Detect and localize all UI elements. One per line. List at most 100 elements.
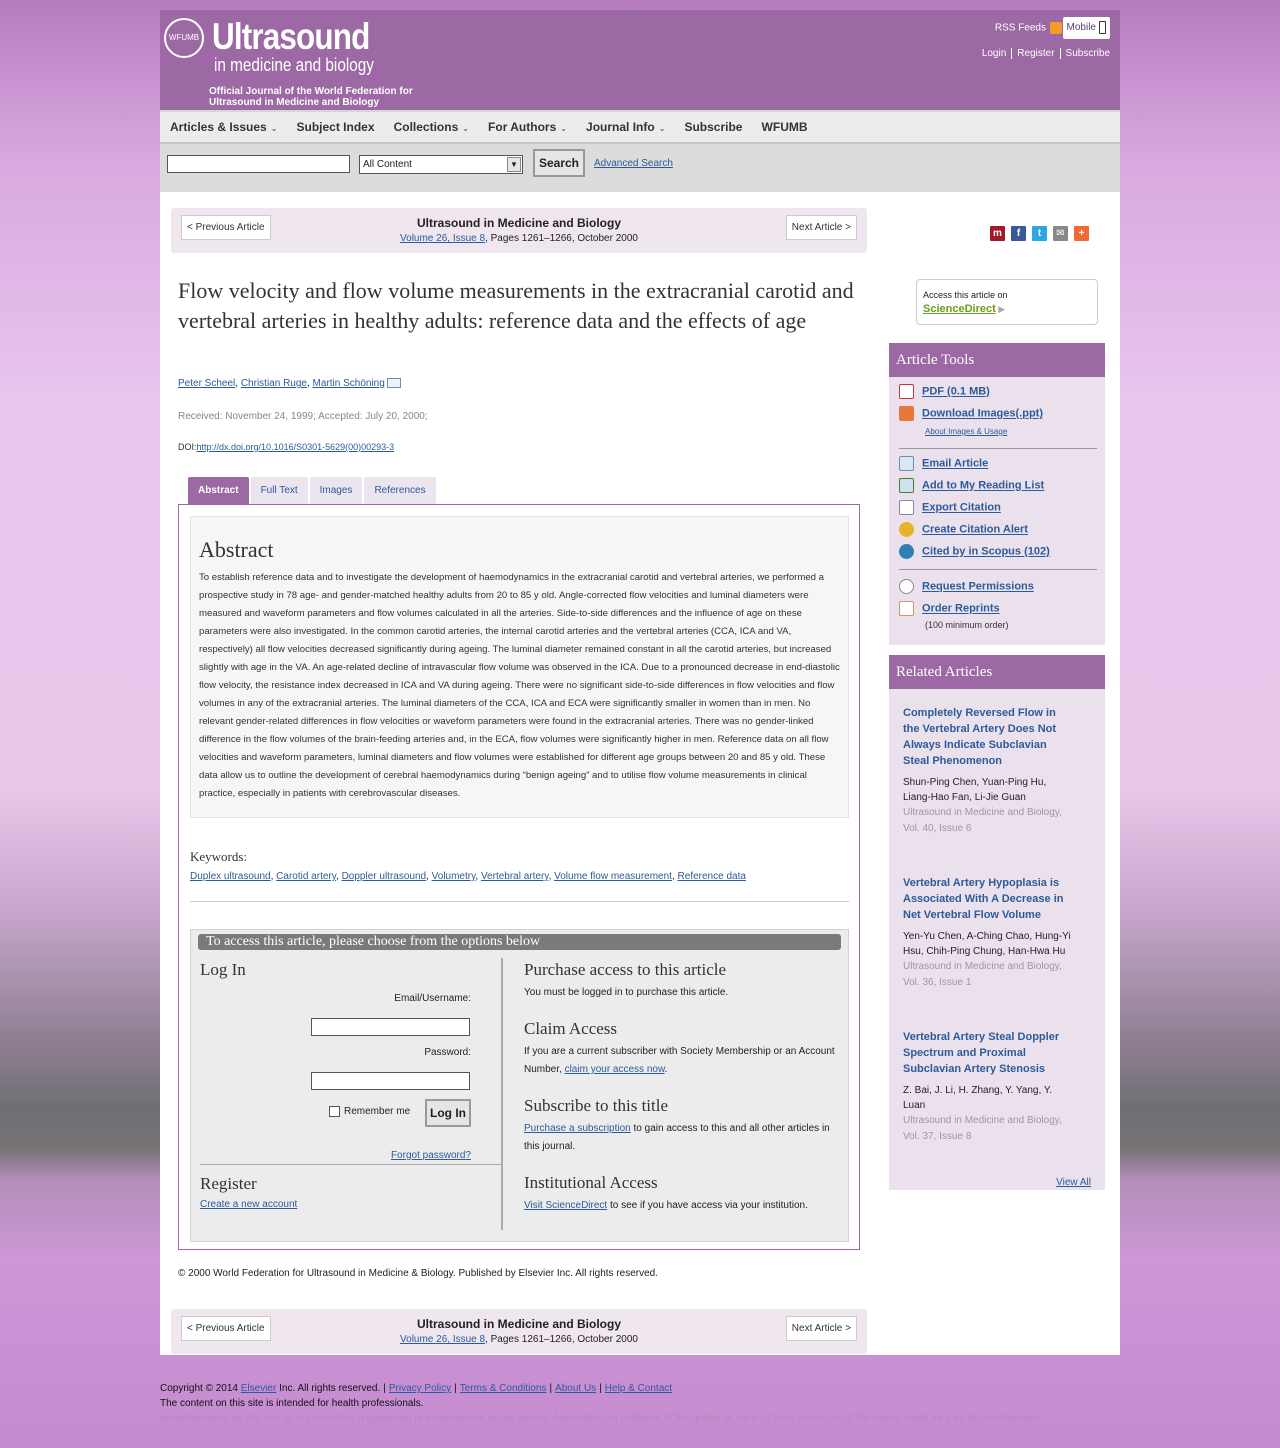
permissions-link[interactable]: Request Permissions (922, 581, 1034, 593)
mendeley-icon[interactable]: m (990, 226, 1005, 241)
author-link[interactable]: Christian Ruge (241, 378, 307, 389)
rss-feeds-link[interactable]: RSS Feeds (995, 22, 1062, 34)
download-images-tool[interactable]: Download Images(.ppt) (899, 406, 1043, 421)
email-article-link[interactable]: Email Article (922, 458, 988, 470)
nav-label: WFUMB (761, 120, 808, 134)
visit-sciencedirect-link[interactable]: Visit ScienceDirect (524, 1200, 607, 1211)
citation-alert-tool[interactable]: Create Citation Alert (899, 522, 1028, 537)
pdf-tool[interactable]: PDF (0.1 MB) (899, 384, 990, 399)
doi-link[interactable]: http://dx.doi.org/10.1016/S0301-5629(00)… (197, 442, 395, 452)
nav-articles-issues[interactable]: Articles & Issues ⌄ (170, 112, 277, 144)
forgot-password-link[interactable]: Forgot password? (391, 1150, 471, 1161)
related-article-journal: Ultrasound in Medicine and Biology, Vol.… (903, 807, 1062, 834)
twitter-icon[interactable]: t (1032, 226, 1047, 241)
export-citation-tool[interactable]: Export Citation (899, 500, 1001, 515)
search-input[interactable] (167, 155, 350, 173)
purchase-column: Purchase access to this article You must… (524, 958, 844, 1230)
citation-alert-link[interactable]: Create Citation Alert (922, 524, 1028, 536)
keyword-link[interactable]: Reference data (678, 871, 746, 882)
search-scope-select[interactable]: All Content ▼ (359, 155, 523, 174)
mobile-button[interactable]: Mobile (1062, 17, 1110, 39)
privacy-policy-link[interactable]: Privacy Policy (389, 1383, 451, 1394)
subscribe-link[interactable]: Subscribe (1061, 48, 1110, 59)
journal-logo-subtitle[interactable]: in medicine and biology (214, 55, 374, 76)
email-article-tool[interactable]: Email Article (899, 456, 988, 471)
volume-issue-link[interactable]: Volume 26, Issue 8 (400, 233, 485, 244)
remember-checkbox[interactable] (329, 1106, 340, 1117)
journal-logo-title[interactable]: Ultrasound (212, 16, 370, 58)
register-link[interactable]: Register (1012, 48, 1061, 59)
login-heading: Log In (200, 960, 246, 979)
chevron-down-icon: ⌄ (560, 124, 567, 133)
abstract-heading: Abstract (199, 537, 274, 562)
keyword-link[interactable]: Volume flow measurement (554, 871, 672, 882)
related-article-title[interactable]: Vertebral Artery Steal Doppler Spectrum … (903, 1029, 1075, 1077)
keyword-link[interactable]: Doppler ultrasound (342, 871, 427, 882)
more-share-icon[interactable]: + (1074, 226, 1089, 241)
search-button[interactable]: Search (533, 149, 585, 177)
related-article-title[interactable]: Vertebral Artery Hypoplasia is Associate… (903, 875, 1075, 923)
purchase-text: You must be logged in to purchase this a… (524, 987, 729, 998)
remember-me[interactable]: Remember me (329, 1106, 410, 1117)
pdf-link[interactable]: PDF (0.1 MB) (922, 386, 990, 398)
sciencedirect-link[interactable]: ScienceDirect (923, 303, 996, 315)
export-citation-link[interactable]: Export Citation (922, 502, 1001, 514)
main-nav: Articles & Issues ⌄ Subject Index Collect… (160, 110, 1120, 144)
keyword-link[interactable]: Volumetry (432, 871, 476, 882)
cited-by-tool[interactable]: Cited by in Scopus (102) (899, 544, 1050, 559)
related-article: Vertebral Artery Hypoplasia is Associate… (903, 875, 1075, 991)
reading-list-tool[interactable]: Add to My Reading List (899, 478, 1044, 493)
reprints-tool[interactable]: Order Reprints (899, 601, 1000, 616)
wfumb-seal-icon[interactable]: WFUMB (164, 18, 204, 58)
author-link[interactable]: Martin Schöning (313, 378, 385, 389)
next-article-button[interactable]: Next Article > (785, 1316, 857, 1341)
about-images-link[interactable]: About Images & Usage (925, 427, 1007, 436)
facebook-icon[interactable]: f (1011, 226, 1026, 241)
download-images-link[interactable]: Download Images(.ppt) (922, 408, 1043, 420)
email-share-icon[interactable]: ✉ (1053, 226, 1068, 241)
nav-collections[interactable]: Collections ⌄ (394, 112, 469, 144)
view-all-link[interactable]: View All (1056, 1177, 1091, 1188)
login-link[interactable]: Login (976, 48, 1013, 59)
tab-images[interactable]: Images (309, 477, 363, 504)
institution-heading: Institutional Access (524, 1173, 658, 1192)
advanced-search-link[interactable]: Advanced Search (594, 158, 673, 169)
mail-icon[interactable] (386, 378, 401, 388)
email-field[interactable] (311, 1018, 470, 1036)
password-field[interactable] (311, 1072, 470, 1090)
tab-references[interactable]: References (364, 477, 436, 504)
nav-for-authors[interactable]: For Authors ⌄ (488, 112, 567, 144)
terms-link[interactable]: Terms & Conditions (460, 1383, 547, 1394)
password-label: Password: (424, 1047, 471, 1058)
author-link[interactable]: Peter Scheel (178, 378, 235, 389)
keyword-link[interactable]: Duplex ultrasound (190, 871, 271, 882)
nav-subscribe[interactable]: Subscribe (684, 112, 742, 142)
reading-list-link[interactable]: Add to My Reading List (922, 480, 1044, 492)
claim-access-link[interactable]: claim your access now (565, 1064, 665, 1075)
article-nav-bottom: < Previous Article Ultrasound in Medicin… (171, 1309, 867, 1354)
reprints-link[interactable]: Order Reprints (922, 603, 1000, 615)
elsevier-link[interactable]: Elsevier (241, 1383, 277, 1394)
chevron-down-icon: ⌄ (270, 124, 278, 133)
login-button[interactable]: Log In (425, 1099, 471, 1127)
nav-subject-index[interactable]: Subject Index (296, 112, 374, 142)
mobile-phone-icon (1099, 21, 1106, 34)
purchase-subscription-link[interactable]: Purchase a subscription (524, 1123, 631, 1134)
help-contact-link[interactable]: Help & Contact (605, 1383, 672, 1394)
keyword-link[interactable]: Carotid artery (276, 871, 336, 882)
volume-issue-link[interactable]: Volume 26, Issue 8 (400, 1334, 485, 1345)
nav-journal-info[interactable]: Journal Info ⌄ (586, 112, 665, 144)
chevron-right-icon: ▶ (995, 304, 1006, 314)
keyword-link[interactable]: Vertebral artery (481, 871, 549, 882)
tab-full-text[interactable]: Full Text (250, 477, 308, 504)
issue-info: Ultrasound in Medicine and Biology Volum… (171, 215, 867, 247)
related-article-authors: Yen-Yu Chen, A-Ching Chao, Hung-Yi Hsu, … (903, 931, 1071, 957)
next-article-button[interactable]: Next Article > (785, 215, 857, 240)
create-account-link[interactable]: Create a new account (200, 1199, 297, 1210)
cited-by-link[interactable]: Cited by in Scopus (102) (922, 546, 1050, 558)
about-us-link[interactable]: About Us (555, 1383, 596, 1394)
related-article-title[interactable]: Completely Reversed Flow in the Vertebra… (903, 705, 1075, 769)
nav-wfumb[interactable]: WFUMB (762, 112, 808, 142)
tab-abstract[interactable]: Abstract (188, 477, 249, 504)
permissions-tool[interactable]: Request Permissions (899, 579, 1034, 594)
